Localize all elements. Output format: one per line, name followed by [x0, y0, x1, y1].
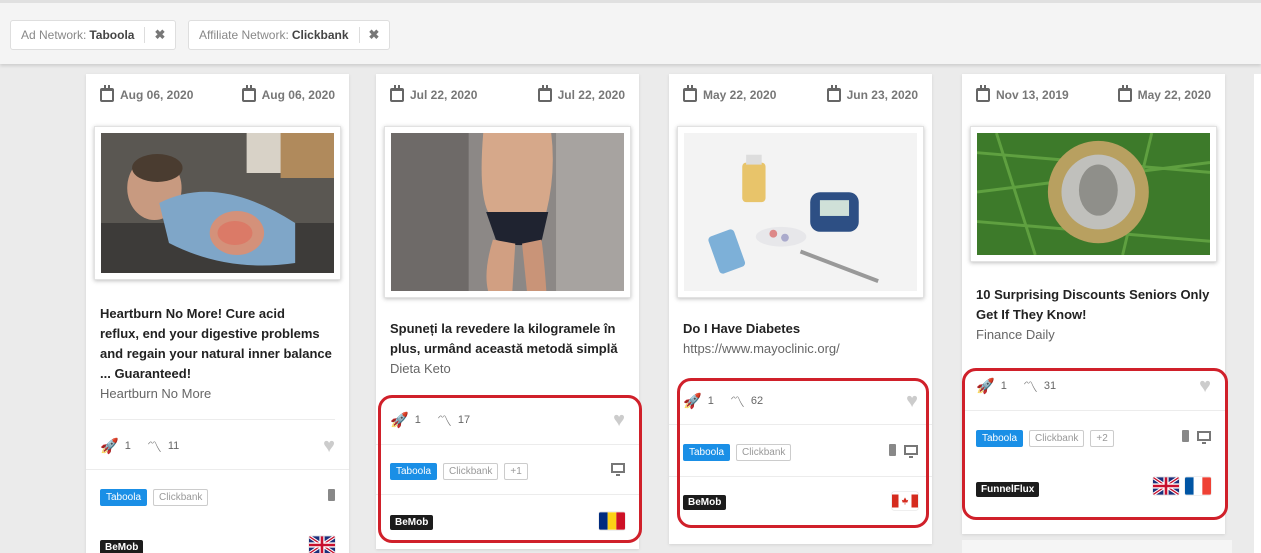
- highlight-ring: [677, 378, 929, 528]
- filter-chip-ad-network[interactable]: Ad Network: Taboola ✖: [10, 20, 177, 50]
- card-dates: May 22, 2020 Jun 23, 2020: [683, 85, 918, 106]
- ad-title[interactable]: Heartburn No More! Cure acid reflux, end…: [100, 304, 335, 384]
- ad-image[interactable]: [94, 126, 341, 280]
- ad-image[interactable]: [970, 126, 1217, 262]
- photo-coin-on-grass: [977, 133, 1210, 255]
- ad-source: https://www.mayoclinic.org/: [683, 341, 840, 356]
- calendar-icon: [390, 85, 404, 102]
- card-dates: Jul 22, 2020 Jul 22, 2020: [390, 85, 625, 106]
- filter-key: Ad Network:: [21, 28, 87, 42]
- calendar-icon: [826, 85, 841, 102]
- first-seen: Nov 13, 2019: [976, 85, 1069, 102]
- calendar-icon: [537, 85, 552, 102]
- trend-icon: 〽: [146, 438, 162, 456]
- highlight-ring: [962, 368, 1228, 520]
- last-seen: Aug 06, 2020: [241, 85, 335, 102]
- calendar-icon: [683, 85, 697, 102]
- filter-key: Affiliate Network:: [199, 28, 289, 42]
- uk-flag-icon: [309, 536, 335, 553]
- last-seen: Jul 22, 2020: [537, 85, 625, 102]
- card-dates: Aug 06, 2020 Aug 06, 2020: [100, 85, 335, 106]
- ad-image[interactable]: [384, 126, 631, 298]
- ad-title[interactable]: Spuneți la revedere la kilogramele în pl…: [390, 319, 625, 359]
- trend-count: 11: [167, 440, 180, 452]
- ad-source: Finance Daily: [976, 327, 1055, 342]
- geo-flags: [309, 536, 335, 553]
- filter-bar: Ad Network: Taboola ✖ Affiliate Network:…: [0, 0, 1261, 64]
- card-dates: Nov 13, 2019 May 22, 2020: [976, 85, 1211, 106]
- calendar-icon: [241, 85, 256, 102]
- divider: [100, 419, 335, 420]
- ad-stats: 🚀 1 〽 11 ♥: [100, 436, 335, 456]
- next-row-card-edge: [962, 540, 1232, 553]
- tag-ad-network[interactable]: Taboola: [100, 488, 148, 506]
- highlight-ring: [378, 395, 642, 543]
- first-seen: Jul 22, 2020: [390, 85, 477, 102]
- filter-value: Clickbank: [291, 28, 349, 42]
- calendar-icon: [100, 85, 114, 102]
- divider: [86, 469, 349, 470]
- ad-card-1[interactable]: Aug 06, 2020 Aug 06, 2020 Heartburn No M…: [86, 74, 349, 553]
- ad-title[interactable]: 10 Surprising Discounts Seniors Only Get…: [976, 285, 1211, 325]
- ad-title[interactable]: Do I Have Diabetes: [683, 319, 918, 339]
- photo-diabetes-kit: [684, 133, 917, 291]
- rocket-icon: 🚀: [100, 438, 119, 455]
- launch-count: 1: [124, 440, 131, 452]
- calendar-icon: [1117, 85, 1132, 102]
- chip-divider: [358, 27, 360, 43]
- remove-filter-icon[interactable]: ✖: [369, 27, 380, 43]
- filter-chip-affiliate-network[interactable]: Affiliate Network: Clickbank ✖: [188, 20, 391, 50]
- next-card-edge: [1254, 74, 1261, 553]
- tag-affiliate-network[interactable]: Clickbank: [153, 488, 209, 506]
- photo-woman-fitness: [391, 133, 624, 291]
- device-icons: [328, 489, 335, 501]
- ad-source: Dieta Keto: [390, 361, 451, 376]
- remove-filter-icon[interactable]: ✖: [154, 27, 165, 43]
- first-seen: Aug 06, 2020: [100, 85, 193, 102]
- ad-image[interactable]: [677, 126, 924, 298]
- filter-value: Taboola: [89, 28, 135, 42]
- first-seen: May 22, 2020: [683, 85, 776, 102]
- chip-divider: [144, 27, 146, 43]
- network-tags: Taboola Clickbank: [100, 487, 335, 507]
- tracker-badge[interactable]: BeMob: [100, 540, 144, 553]
- photo-man-heartburn: [101, 133, 334, 273]
- calendar-icon: [976, 85, 990, 102]
- favorite-heart-icon[interactable]: ♥: [323, 436, 335, 456]
- mobile-icon: [328, 489, 335, 501]
- last-seen: Jun 23, 2020: [826, 85, 918, 102]
- ad-source: Heartburn No More: [100, 386, 212, 401]
- watermark: ПАРТНЕРКИН: [1010, 452, 1157, 476]
- last-seen: May 22, 2020: [1117, 85, 1211, 102]
